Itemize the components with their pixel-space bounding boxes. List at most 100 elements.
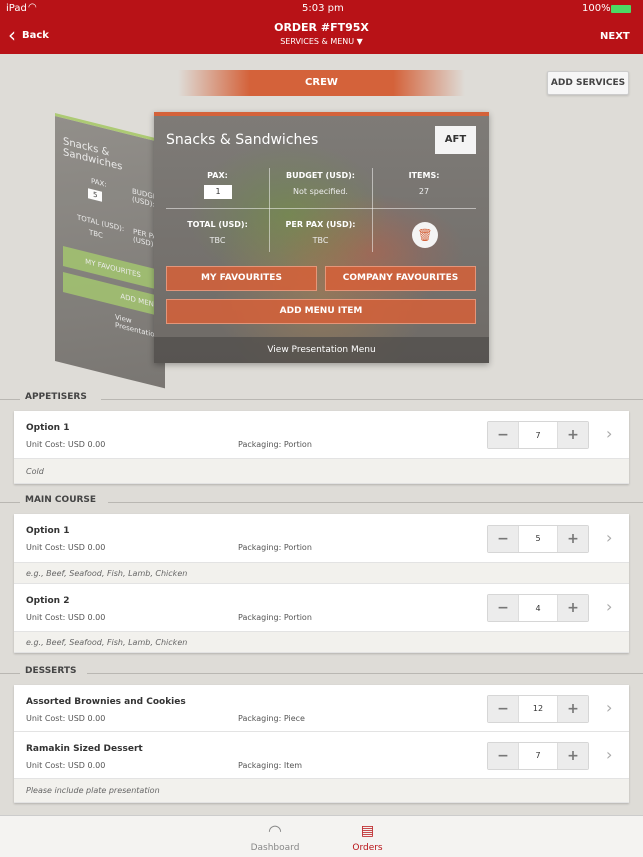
packaging: Packaging: Portion [238,543,312,552]
quantity-value[interactable]: 4 [518,595,558,621]
view-presentation-menu-link[interactable]: View Presentation Menu [154,337,489,363]
total-label: TOTAL (USD): [77,213,125,234]
chevron-right-icon[interactable]: › [606,698,612,717]
packaging: Packaging: Item [238,761,303,770]
card-title: Snacks & Sandwiches [166,132,319,148]
chevron-right-icon[interactable]: › [606,528,612,547]
unit-cost: Unit Cost: USD 0.00 [26,440,106,449]
menu-item-row[interactable]: Option 2 Unit Cost: USD 0.00 Packaging: … [14,584,629,632]
my-favourites-button[interactable]: MY FAVOURITES [166,266,317,291]
menu-list: Option 1 Unit Cost: USD 0.00 Packaging: … [14,514,629,653]
items-value: 27 [418,187,430,196]
item-name: Option 2 [26,596,70,606]
menu-list: Assorted Brownies and Cookies Unit Cost:… [14,685,629,803]
unit-cost: Unit Cost: USD 0.00 [26,613,106,622]
budget-label: BUDGET (USD): [286,171,355,180]
item-note: Cold [14,459,629,484]
quantity-value[interactable]: 7 [518,422,558,448]
card-title: Snacks & Sandwiches [63,135,123,173]
packaging: Packaging: Portion [238,440,312,449]
quantity-stepper: − 4 + [487,594,589,622]
quantity-value[interactable]: 5 [518,525,558,552]
item-name: Assorted Brownies and Cookies [26,697,186,707]
total-value: TBC [209,236,226,245]
packaging: Packaging: Piece [238,714,305,723]
item-name: Option 1 [26,423,70,433]
decrement-button[interactable]: − [488,595,518,621]
item-note: Please include plate presentation [14,779,629,803]
trash-icon: 🗑 [417,228,433,242]
device-label: iPad [6,3,27,14]
tab-bar: ◠ Dashboard ▤ Orders [0,815,643,857]
chevron-right-icon[interactable]: › [606,424,612,443]
section-dropdown[interactable]: SERVICES & MENU ▼ [0,37,643,46]
increment-button[interactable]: + [558,695,588,722]
next-button[interactable]: NEXT [600,31,630,42]
tab-crew[interactable]: CREW [178,70,465,96]
tab-label: Orders [352,843,383,853]
quantity-stepper: − 7 + [487,421,589,449]
total-label: TOTAL (USD): [187,220,248,229]
increment-button[interactable]: + [558,422,588,448]
total-value: TBC [89,228,103,240]
tab-orders[interactable]: ▤ Orders [340,822,395,853]
nav-bar: ‹ Back ORDER #FT95X SERVICES & MENU ▼ NE… [0,18,643,54]
decrement-button[interactable]: − [488,525,518,552]
section-header: DESSERTS [0,666,643,680]
item-name: Ramakin Sized Dessert [26,744,143,754]
chevron-right-icon[interactable]: › [606,597,612,616]
pax-input[interactable]: 5 [88,188,103,202]
packaging: Packaging: Portion [238,613,312,622]
tab-dashboard[interactable]: ◠ Dashboard [245,821,305,854]
divider [0,502,20,503]
quantity-value[interactable]: 7 [518,742,558,769]
increment-button[interactable]: + [558,595,588,621]
per-pax-value: TBC [312,236,329,245]
pax-input[interactable]: 1 [204,185,232,199]
decrement-button[interactable]: − [488,742,518,769]
menu-item-row[interactable]: Option 1 Unit Cost: USD 0.00 Packaging: … [14,411,629,459]
menu-item-row[interactable]: Ramakin Sized Dessert Unit Cost: USD 0.0… [14,732,629,779]
divider [166,208,476,209]
section-header: MAIN COURSE [0,495,643,509]
service-card-back[interactable]: Snacks & Sandwiches PAX: 5 BUDGET (USD):… [55,113,165,389]
company-favourites-button[interactable]: COMPANY FAVOURITES [325,266,476,291]
document-icon: ▤ [360,823,375,839]
pax-label: PAX: [91,176,107,189]
divider [101,399,643,400]
divider [0,673,20,674]
pax-label: PAX: [207,171,228,180]
quantity-stepper: − 12 + [487,694,589,723]
quantity-value[interactable]: 12 [518,695,558,722]
battery-percent: 100% [582,3,611,14]
page-title: ORDER #FT95X [274,21,369,34]
position-badge[interactable]: AFT [435,126,476,154]
menu-item-row[interactable]: Assorted Brownies and Cookies Unit Cost:… [14,685,629,732]
decrement-button[interactable]: − [488,422,518,448]
quantity-stepper: − 5 + [487,524,589,553]
divider [372,168,373,252]
per-pax-label: PER PAX (USD): [285,220,356,229]
section-title: MAIN COURSE [25,495,97,505]
unit-cost: Unit Cost: USD 0.00 [26,543,106,552]
section-header: APPETISERS [0,392,643,406]
status-bar: iPad ◠ 5:03 pm 100% [0,0,643,18]
increment-button[interactable]: + [558,525,588,552]
battery-icon [611,5,631,13]
budget-value: Not specified. [293,187,348,196]
tab-label: Dashboard [250,843,300,853]
add-services-button[interactable]: ADD SERVICES [547,71,629,95]
section-title: DESSERTS [25,666,77,676]
menu-item-row[interactable]: Option 1 Unit Cost: USD 0.00 Packaging: … [14,514,629,563]
delete-button[interactable]: 🗑 [412,222,438,248]
chevron-right-icon[interactable]: › [606,745,612,764]
item-note: e.g., Beef, Seafood, Fish, Lamb, Chicken [14,632,629,653]
add-menu-item-button[interactable]: ADD MENU ITEM [166,299,476,324]
clock: 5:03 pm [302,3,344,14]
service-card: Snacks & Sandwiches AFT PAX: 1 BUDGET (U… [154,112,489,363]
unit-cost: Unit Cost: USD 0.00 [26,714,106,723]
decrement-button[interactable]: − [488,695,518,722]
increment-button[interactable]: + [558,742,588,769]
speedometer-icon: ◠ [268,821,282,840]
item-name: Option 1 [26,526,70,536]
